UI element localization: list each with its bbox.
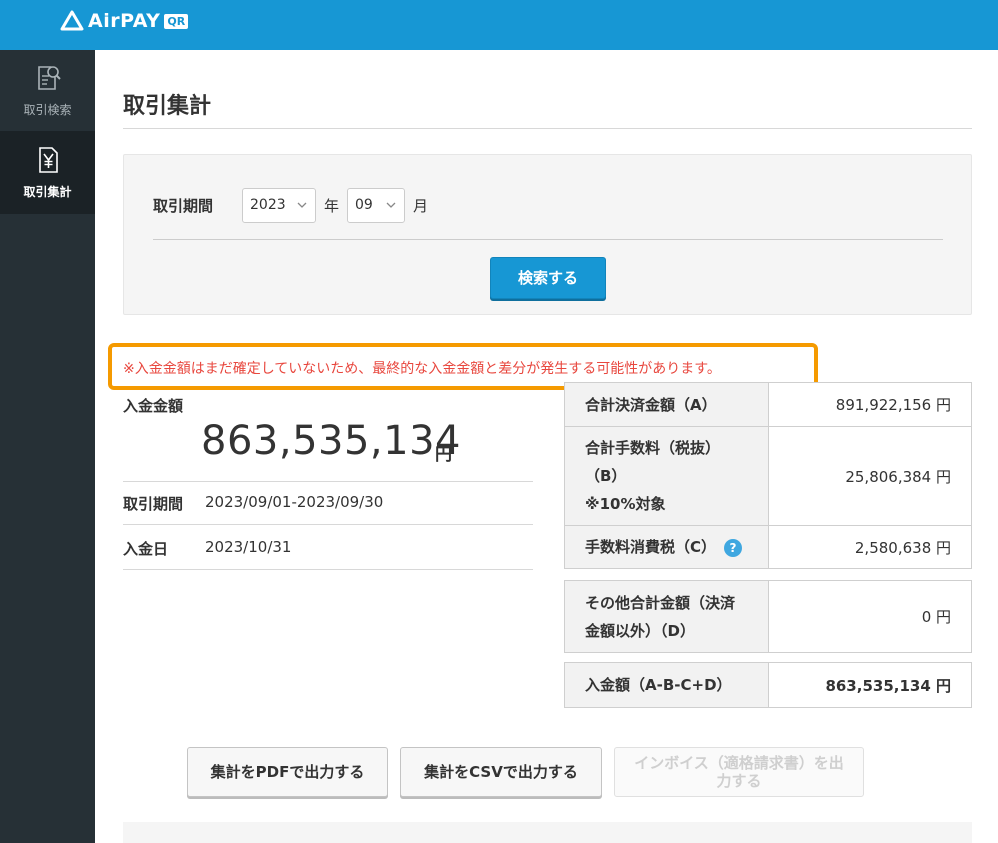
table-row: 入金額（A-B-C+D） 863,535,134 円: [564, 662, 972, 708]
summary-period-label: 取引期間: [123, 495, 184, 513]
export-pdf-button[interactable]: 集計をPDFで出力する: [187, 747, 388, 797]
divider: [123, 481, 533, 482]
month-select[interactable]: 09: [347, 188, 405, 223]
search-panel: 取引期間 2023 年 09 月 検索する: [123, 154, 972, 315]
period-label: 取引期間: [153, 197, 214, 215]
month-unit: 月: [413, 197, 429, 215]
year-select-value: 2023: [250, 197, 286, 213]
row-label: 手数料消費税（C）?: [564, 525, 769, 569]
divider: [123, 128, 972, 129]
row-value: 25,806,384 円: [768, 426, 972, 526]
chevron-down-icon: [386, 202, 396, 208]
airpay-logo-icon: [60, 10, 84, 31]
document-search-icon: [37, 66, 61, 90]
help-icon[interactable]: ?: [724, 538, 743, 557]
fee-note: ※10%対象: [585, 495, 666, 513]
year-select[interactable]: 2023: [242, 188, 316, 223]
deposit-date-label: 入金日: [123, 540, 169, 558]
divider: [123, 524, 533, 525]
sidebar-item-label: 取引検索: [23, 103, 72, 117]
row-label: 合計手数料（税抜）（B） ※10%対象: [564, 426, 769, 526]
year-unit: 年: [324, 197, 340, 215]
table-row: 合計決済金額（A） 891,922,156 円: [564, 382, 972, 427]
sidebar-item-transaction-search[interactable]: 取引検索: [0, 50, 95, 132]
table-row: 手数料消費税（C）? 2,580,638 円: [564, 525, 972, 569]
app-logo[interactable]: AirPAY QR: [60, 10, 189, 32]
logo-text: AirPAY: [88, 10, 161, 32]
deposit-date-value: 2023/10/31: [205, 538, 292, 556]
summary-table: 合計決済金額（A） 891,922,156 円 合計手数料（税抜）（B） ※10…: [564, 382, 972, 569]
page-title: 取引集計: [123, 94, 212, 119]
total-table: 入金額（A-B-C+D） 863,535,134 円: [564, 662, 972, 708]
row-value: 863,535,134 円: [768, 662, 972, 708]
sidebar: 取引検索 取引集計: [0, 50, 95, 843]
other-amount-table: その他合計金額（決済金額以外）（D） 0 円: [564, 580, 972, 653]
divider: [123, 569, 533, 570]
yen-document-icon: [38, 147, 58, 173]
logo-qr-badge: QR: [164, 13, 189, 29]
row-label: その他合計金額（決済金額以外）（D）: [564, 580, 769, 653]
row-label: 入金額（A-B-C+D）: [564, 662, 769, 708]
month-select-value: 09: [355, 197, 373, 213]
sidebar-item-transaction-summary[interactable]: 取引集計: [0, 132, 95, 214]
top-bar: AirPAY QR: [0, 0, 998, 50]
deposit-amount-value: 863,535,134: [201, 418, 461, 464]
row-value: 0 円: [768, 580, 972, 653]
export-invoice-button[interactable]: インボイス（適格請求書）を出力する: [614, 747, 864, 797]
summary-period-value: 2023/09/01-2023/09/30: [205, 493, 384, 511]
deposit-amount-label: 入金金額: [123, 397, 184, 415]
export-csv-button[interactable]: 集計をCSVで出力する: [400, 747, 602, 797]
bottom-panel: [123, 822, 972, 843]
notice-text: ※入金金額はまだ確定していないため、最終的な入金金額と差分が発生する可能性があり…: [123, 361, 721, 377]
chevron-down-icon: [297, 202, 307, 208]
tax-label: 手数料消費税（C）: [585, 538, 717, 556]
divider: [153, 239, 943, 240]
fee-label: 合計手数料（税抜）（B）: [585, 439, 721, 485]
table-row: 合計手数料（税抜）（B） ※10%対象 25,806,384 円: [564, 426, 972, 526]
row-value: 2,580,638 円: [768, 525, 972, 569]
sidebar-item-label: 取引集計: [23, 185, 72, 199]
table-row: その他合計金額（決済金額以外）（D） 0 円: [564, 580, 972, 653]
deposit-amount-unit: 円: [435, 445, 452, 465]
search-button[interactable]: 検索する: [490, 257, 606, 299]
row-value: 891,922,156 円: [768, 382, 972, 427]
row-label: 合計決済金額（A）: [564, 382, 769, 427]
